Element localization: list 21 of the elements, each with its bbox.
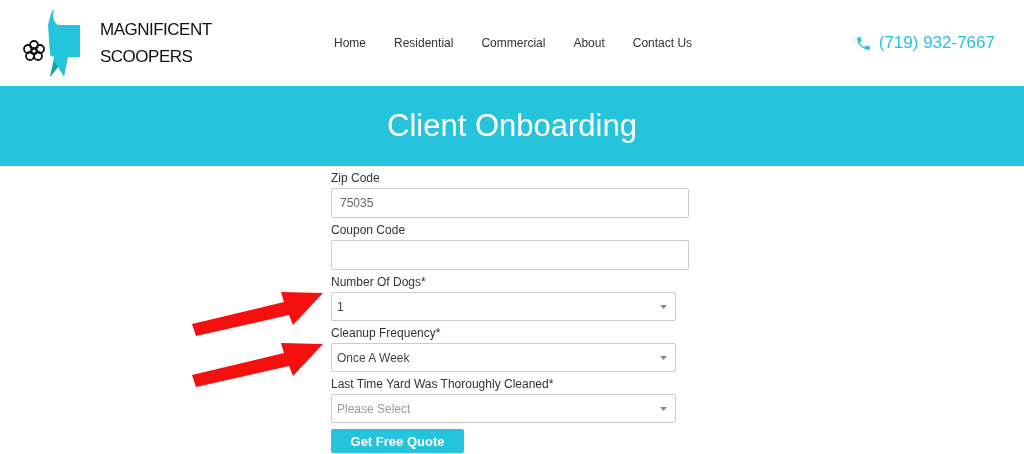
- caret-icon: [660, 304, 667, 309]
- logo-text: SCOOPERS: [100, 46, 193, 68]
- nav-link[interactable]: Commercial: [481, 36, 546, 50]
- select-field[interactable]: Once A Week: [331, 343, 676, 372]
- field-label: Coupon Code: [331, 223, 407, 238]
- field-label: Number Of Dogs*: [331, 275, 427, 290]
- nav-link[interactable]: About: [573, 36, 605, 50]
- nav-link[interactable]: Home: [334, 36, 366, 50]
- field-label: Zip Code: [331, 171, 381, 186]
- phone-icon: [854, 34, 872, 52]
- select-field[interactable]: 1: [331, 292, 676, 321]
- caret-icon: [660, 406, 667, 411]
- nav-link[interactable]: Residential: [394, 36, 454, 50]
- input-field[interactable]: [331, 240, 689, 270]
- logo-text: MAGNIFICENT: [100, 19, 212, 41]
- page-title: Client Onboarding: [387, 108, 637, 144]
- caret-icon: [660, 355, 667, 360]
- field-label: Cleanup Frequency*: [331, 326, 442, 341]
- input-field[interactable]: 75035: [331, 188, 689, 218]
- nav-link[interactable]: Contact Us: [632, 36, 693, 50]
- field-label: Last Time Yard Was Thoroughly Cleaned*: [331, 377, 555, 392]
